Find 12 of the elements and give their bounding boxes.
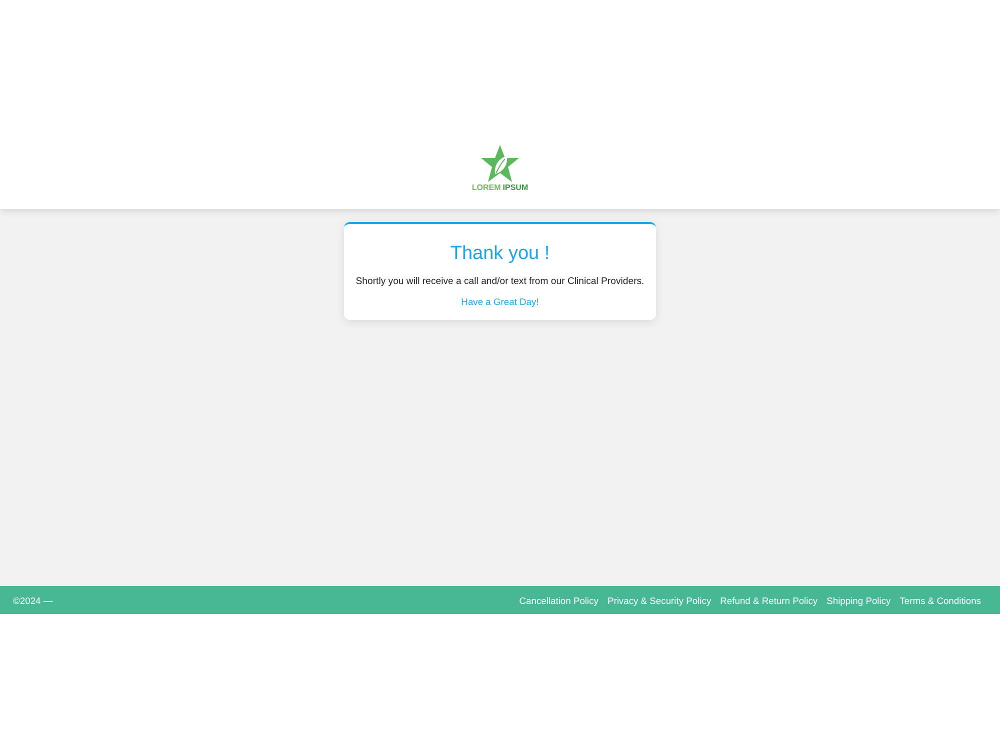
footer-link[interactable]: Terms & Conditions [900,594,981,606]
footer-link[interactable]: Privacy & Security Policy [607,594,712,606]
footer-link[interactable]: Cancellation Policy [519,594,598,606]
copyright-text: ©2024 — [13,594,53,606]
footer-link[interactable]: Shipping Policy [826,594,891,606]
card-message: Shortly you will receive a call and/or text from our Clinical Providers. [356,275,644,288]
star-leaf-logo-icon [480,145,520,183]
logo-word: IPSUM [502,183,528,192]
logo-word: LOREM [472,183,501,192]
closing-text: Have a Great Day! [461,295,539,308]
footer-link[interactable]: Refund & Return Policy [720,594,818,606]
card-title: Thank you ! [450,242,550,266]
